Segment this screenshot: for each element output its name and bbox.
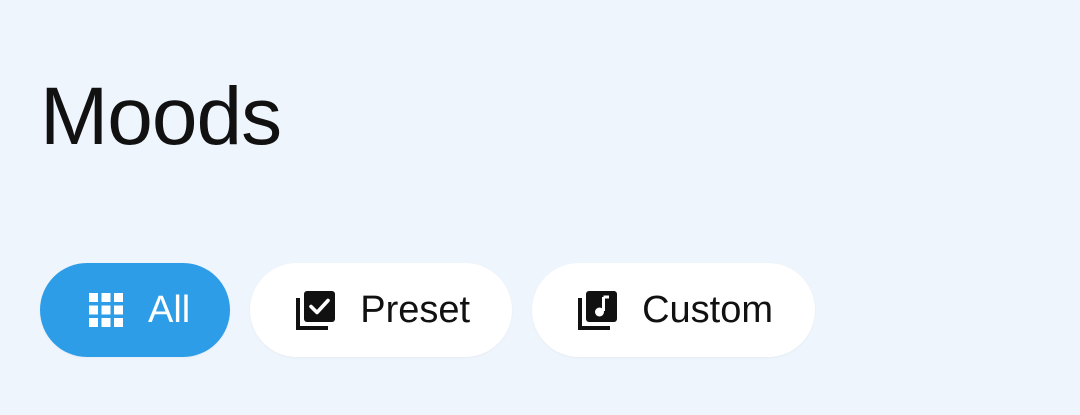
filter-chip-label: All (148, 289, 191, 331)
page-title: Moods (40, 71, 282, 162)
filter-chip-label: Custom (642, 289, 773, 331)
filter-chip-group: All Preset Custom (40, 263, 815, 357)
library-check-icon (294, 288, 338, 332)
filter-chip-custom[interactable]: Custom (532, 263, 815, 357)
filter-chip-label: Preset (360, 289, 471, 331)
grid-icon (88, 292, 124, 328)
filter-chip-all[interactable]: All (40, 263, 231, 357)
filter-chip-preset[interactable]: Preset (250, 263, 513, 357)
library-music-icon (576, 288, 620, 332)
